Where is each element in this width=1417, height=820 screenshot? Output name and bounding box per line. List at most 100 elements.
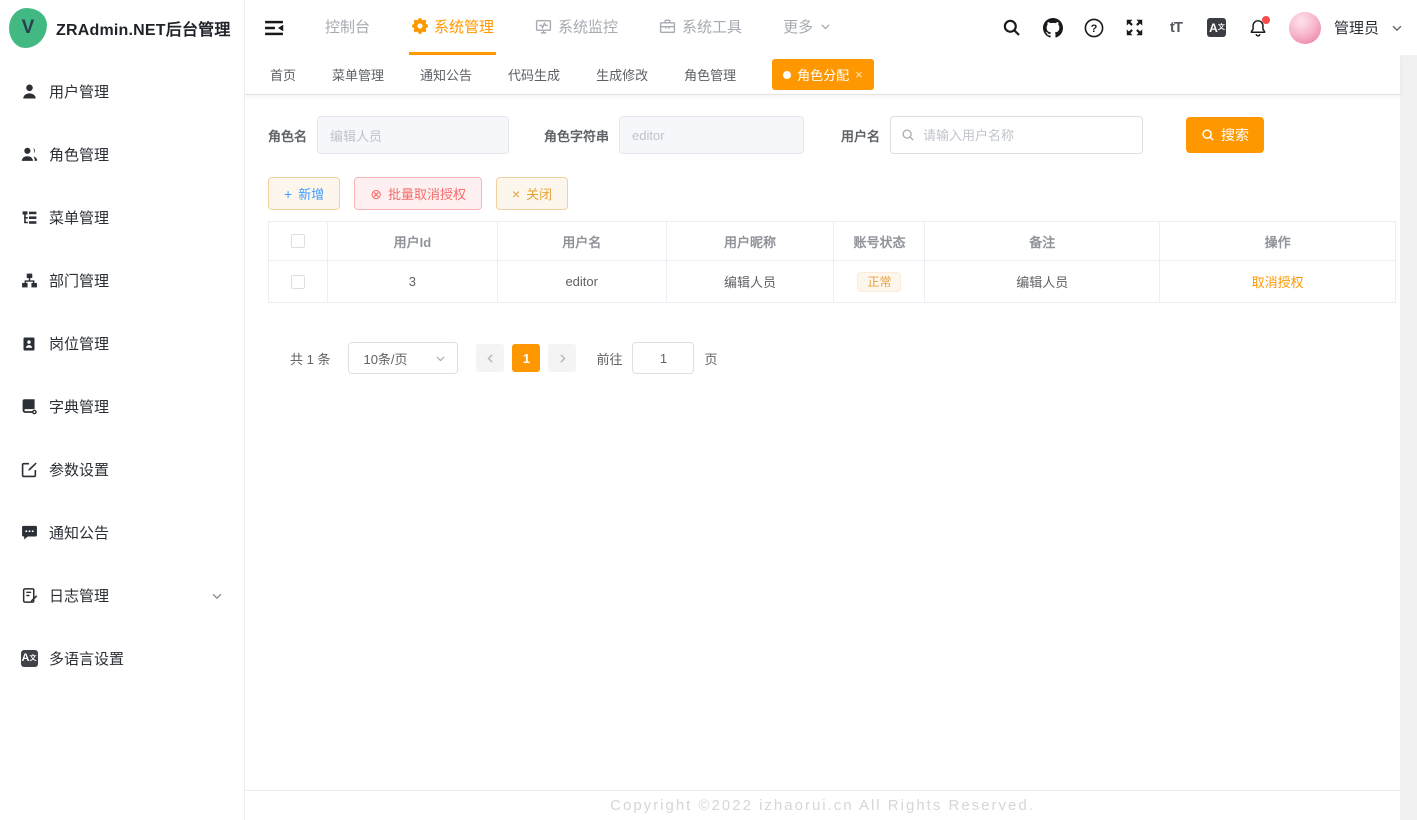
avatar[interactable] bbox=[1289, 12, 1321, 44]
sidebar-item-label: 角色管理 bbox=[49, 144, 109, 165]
batch-cancel-auth-button[interactable]: ⊗ 批量取消授权 bbox=[354, 177, 482, 210]
status-badge: 正常 bbox=[857, 272, 901, 292]
sidebar-fold-icon[interactable] bbox=[263, 17, 285, 39]
font-size-icon[interactable]: tT bbox=[1166, 18, 1186, 38]
sidebar-item-label: 多语言设置 bbox=[49, 648, 124, 669]
total-count: 共 1 条 bbox=[290, 349, 330, 368]
goto-page-input[interactable] bbox=[632, 342, 694, 374]
role-name-input[interactable] bbox=[317, 116, 509, 154]
role-key-input[interactable] bbox=[619, 116, 804, 154]
cell-nick-name: 编辑人员 bbox=[667, 261, 835, 302]
sidebar-item-multilang[interactable]: A文 多语言设置 bbox=[0, 627, 244, 690]
sidebar-item-dept-management[interactable]: 部门管理 bbox=[0, 249, 244, 312]
header-actions: 操作 bbox=[1160, 222, 1395, 260]
scrollbar-gutter[interactable] bbox=[1400, 55, 1417, 820]
nav-item-system-management[interactable]: 系统管理 bbox=[409, 0, 496, 55]
nav-item-console[interactable]: 控制台 bbox=[323, 0, 372, 55]
add-button[interactable]: + 新增 bbox=[268, 177, 340, 210]
page-size-value: 10条/页 bbox=[363, 349, 407, 368]
search-icon bbox=[1201, 128, 1215, 142]
nav-item-system-monitor[interactable]: 系统监控 bbox=[533, 0, 620, 55]
menu-tree-icon bbox=[20, 209, 38, 227]
fullscreen-icon[interactable] bbox=[1125, 18, 1145, 38]
sidebar-item-dict-management[interactable]: 字典管理 bbox=[0, 375, 244, 438]
close-icon[interactable]: × bbox=[855, 68, 863, 81]
sidebar-item-label: 参数设置 bbox=[49, 459, 109, 480]
github-icon[interactable] bbox=[1043, 18, 1063, 38]
chevron-left-icon bbox=[484, 352, 497, 365]
user-name-label: 用户名 bbox=[841, 126, 880, 145]
goto-label: 前往 bbox=[596, 349, 622, 368]
nav-item-system-tools[interactable]: 系统工具 bbox=[657, 0, 744, 55]
translate-icon: A文 bbox=[20, 650, 38, 668]
cell-user-id: 3 bbox=[328, 261, 498, 302]
badge-icon bbox=[20, 335, 38, 353]
page-size-select[interactable]: 10条/页 bbox=[348, 342, 458, 374]
close-button-label: 关闭 bbox=[526, 184, 552, 203]
cell-action: 取消授权 bbox=[1160, 261, 1395, 302]
translate-icon-letter: A bbox=[22, 653, 30, 664]
header-remark: 备注 bbox=[925, 222, 1160, 260]
user-name: 管理员 bbox=[1334, 17, 1379, 38]
sidebar-item-log-management[interactable]: 日志管理 bbox=[0, 564, 244, 627]
role-name-label: 角色名 bbox=[268, 126, 307, 145]
chevron-down-icon[interactable] bbox=[1390, 21, 1404, 35]
nav-item-more[interactable]: 更多 bbox=[781, 0, 834, 55]
row-checkbox-cell bbox=[269, 261, 328, 302]
batch-cancel-auth-label: 批量取消授权 bbox=[388, 184, 466, 203]
tab-menu-management[interactable]: 菜单管理 bbox=[332, 65, 384, 84]
chevron-right-icon bbox=[556, 352, 569, 365]
gear-icon bbox=[411, 18, 428, 35]
sidebar-item-role-management[interactable]: 角色管理 bbox=[0, 123, 244, 186]
cancel-auth-link[interactable]: 取消授权 bbox=[1252, 272, 1304, 291]
active-tab-dot bbox=[783, 71, 791, 79]
search-button[interactable]: 搜索 bbox=[1186, 117, 1264, 153]
search-icon[interactable] bbox=[1002, 18, 1022, 38]
sidebar-item-label: 用户管理 bbox=[49, 81, 109, 102]
tab-bar: 首页 菜单管理 通知公告 代码生成 生成修改 角色管理 角色分配 × bbox=[245, 55, 1400, 95]
user-name-input[interactable] bbox=[890, 116, 1143, 154]
sidebar-item-notice[interactable]: 通知公告 bbox=[0, 501, 244, 564]
row-checkbox[interactable] bbox=[291, 275, 305, 289]
sidebar-item-label: 字典管理 bbox=[49, 396, 109, 417]
cell-remark: 编辑人员 bbox=[925, 261, 1160, 302]
sidebar: V ZRAdmin.NET后台管理 用户管理 角色管理 菜单管理 部 bbox=[0, 0, 245, 820]
user-name-input-wrap bbox=[890, 116, 1143, 154]
top-nav: 控制台 系统管理 系统监控 系统工具 更多 bbox=[323, 0, 871, 55]
search-icon bbox=[901, 128, 915, 142]
tab-home[interactable]: 首页 bbox=[270, 65, 296, 84]
app-logo: V bbox=[9, 8, 47, 48]
sidebar-item-param-settings[interactable]: 参数设置 bbox=[0, 438, 244, 501]
sidebar-item-label: 日志管理 bbox=[49, 585, 109, 606]
tab-gen-edit[interactable]: 生成修改 bbox=[596, 65, 648, 84]
bell-icon[interactable] bbox=[1248, 18, 1268, 38]
tab-code-gen[interactable]: 代码生成 bbox=[508, 65, 560, 84]
org-chart-icon bbox=[20, 272, 38, 290]
table-row: 3 editor 编辑人员 正常 编辑人员 取消授权 bbox=[269, 260, 1395, 302]
copyright-text: Copyright ©2022 izhaorui.cn All Rights R… bbox=[610, 797, 1035, 814]
plus-icon: + bbox=[284, 187, 292, 201]
log-icon bbox=[20, 587, 38, 605]
tab-role-management[interactable]: 角色管理 bbox=[684, 65, 736, 84]
message-icon bbox=[20, 524, 38, 542]
prev-page-button[interactable] bbox=[476, 344, 504, 372]
page-unit-label: 页 bbox=[704, 349, 717, 368]
close-button[interactable]: × 关闭 bbox=[496, 177, 568, 210]
sidebar-item-label: 部门管理 bbox=[49, 270, 109, 291]
help-icon[interactable]: ? bbox=[1084, 18, 1104, 38]
sidebar-item-user-management[interactable]: 用户管理 bbox=[0, 60, 244, 123]
search-button-label: 搜索 bbox=[1221, 125, 1249, 145]
chevron-down-icon bbox=[819, 20, 832, 33]
logo-row[interactable]: V ZRAdmin.NET后台管理 bbox=[0, 0, 244, 56]
nav-label: 控制台 bbox=[325, 16, 370, 37]
tab-notice[interactable]: 通知公告 bbox=[420, 65, 472, 84]
tab-role-assign-active[interactable]: 角色分配 × bbox=[772, 59, 874, 90]
sidebar-item-post-management[interactable]: 岗位管理 bbox=[0, 312, 244, 375]
close-icon: × bbox=[512, 187, 520, 201]
page-number-active[interactable]: 1 bbox=[512, 344, 540, 372]
next-page-button[interactable] bbox=[548, 344, 576, 372]
sidebar-item-menu-management[interactable]: 菜单管理 bbox=[0, 186, 244, 249]
language-icon[interactable]: A文 bbox=[1207, 18, 1227, 38]
select-all-checkbox[interactable] bbox=[291, 234, 305, 248]
nav-label: 系统管理 bbox=[434, 16, 494, 37]
